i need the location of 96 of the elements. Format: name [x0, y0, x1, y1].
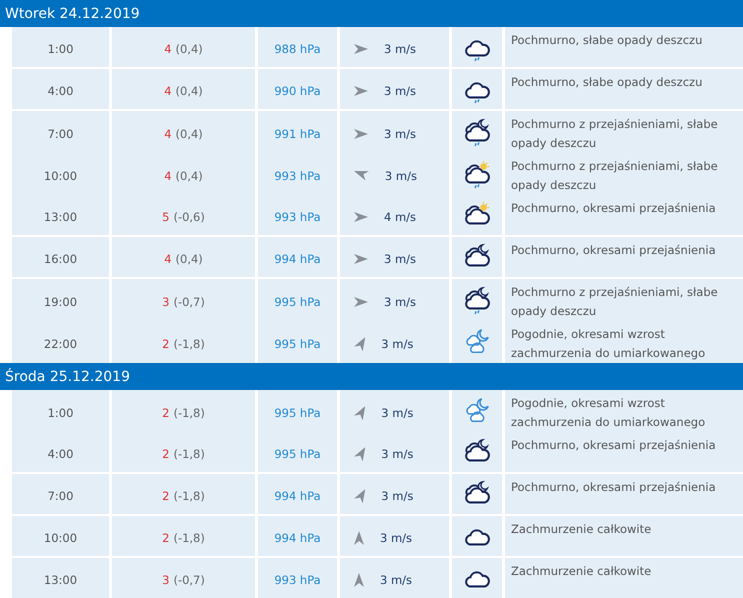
temperature: 4	[164, 169, 172, 183]
wind-arrow-icon	[354, 254, 368, 264]
weather-description: Pogodnie, okresami wzrost zachmurzenia do umiarkowanego	[505, 321, 743, 363]
wind-arrow-icon	[354, 573, 364, 587]
temperature: 4	[164, 127, 172, 141]
time-cell: 7:00	[12, 111, 112, 153]
pressure-cell: 991 hPa	[258, 111, 340, 153]
pressure-cell: 995 hPa	[258, 279, 340, 321]
weather-description: Pochmurno z przejaśnieniami, słabe opady deszczu	[505, 111, 743, 153]
pressure-cell: 993 hPa	[258, 195, 340, 235]
temperature: 5	[162, 210, 170, 224]
weather-description: Pochmurno, okresami przejaśnienia	[505, 195, 743, 235]
wind-arrow-icon	[354, 297, 368, 307]
feels-like-temperature: (-1,8)	[173, 531, 205, 545]
weather-description: Pochmurno, okresami przejaśnienia	[505, 432, 743, 472]
pressure-cell: 995 hPa	[258, 390, 340, 432]
pressure-cell: 995 hPa	[258, 321, 340, 363]
wind-speed: 3 m/s	[381, 447, 414, 461]
temperature: 3	[162, 295, 170, 309]
wind-arrow-icon	[354, 129, 368, 139]
day-header: Wtorek 24.12.2019	[0, 0, 743, 27]
feels-like-temperature: (0,4)	[176, 42, 203, 56]
wind-speed: 3 m/s	[384, 84, 416, 98]
weather-description: Pochmurno, okresami przejaśnienia	[505, 237, 743, 277]
feels-like-temperature: (-0,7)	[173, 295, 205, 309]
weather-icon	[463, 160, 491, 188]
temperature: 2	[162, 447, 170, 461]
weather-description: Pochmurno z przejaśnieniami, słabe opady deszczu	[505, 153, 743, 195]
feels-like-temperature: (-1,8)	[173, 406, 205, 420]
pressure-cell: 993 hPa	[258, 558, 340, 598]
feels-like-temperature: (0,4)	[176, 127, 203, 141]
wind-speed: 3 m/s	[380, 531, 412, 545]
wind-speed: 3 m/s	[384, 252, 416, 266]
weather-icon	[463, 118, 491, 146]
wind-arrow-icon	[354, 446, 366, 462]
pressure-cell: 993 hPa	[258, 153, 340, 195]
temperature: 4	[164, 84, 172, 98]
wind-speed: 4 m/s	[384, 210, 416, 224]
wind-arrow-icon	[354, 336, 366, 352]
wind-arrow-icon	[354, 406, 366, 420]
temperature: 2	[162, 531, 170, 545]
feels-like-temperature: (-1,8)	[173, 447, 205, 461]
pressure-cell: 995 hPa	[258, 432, 340, 472]
weather-description: Pochmurno z przejaśnieniami, słabe opady deszczu	[505, 279, 743, 321]
wind-speed: 3 m/s	[381, 337, 414, 351]
wind-arrow-icon	[354, 488, 366, 504]
feels-like-temperature: (-0,6)	[173, 210, 205, 224]
pressure-cell: 994 hPa	[258, 474, 340, 514]
time-cell: 1:00	[12, 27, 112, 67]
weather-description: Pogodnie, okresami wzrost zachmurzenia do umiarkowanego	[505, 390, 743, 432]
time-cell: 13:00	[12, 558, 112, 598]
temperature: 4	[164, 42, 172, 56]
wind-speed: 3 m/s	[384, 169, 417, 183]
feels-like-temperature: (0,4)	[176, 169, 203, 183]
temperature: 2	[162, 337, 170, 351]
time-cell: 19:00	[12, 279, 112, 321]
time-cell: 4:00	[12, 69, 112, 109]
wind-speed: 3 m/s	[381, 489, 414, 503]
wind-speed: 3 m/s	[380, 573, 412, 587]
weather-description: Pochmurno, słabe opady deszczu	[505, 27, 743, 67]
wind-arrow-icon	[354, 212, 368, 222]
wind-arrow-icon	[354, 86, 368, 96]
wind-arrow-icon	[354, 171, 369, 181]
time-cell: 13:00	[12, 195, 112, 235]
temperature: 4	[164, 252, 172, 266]
wind-arrow-icon	[354, 531, 364, 545]
temperature: 2	[162, 489, 170, 503]
time-cell: 7:00	[12, 474, 112, 514]
weather-description: Pochmurno, okresami przejaśnienia	[505, 474, 743, 514]
time-cell: 22:00	[12, 321, 112, 363]
temperature: 3	[162, 573, 170, 587]
time-cell: 10:00	[12, 153, 112, 195]
pressure-cell: 994 hPa	[258, 237, 340, 277]
wind-arrow-icon	[354, 44, 368, 54]
weather-description: Zachmurzenie całkowite	[505, 558, 743, 598]
wind-speed: 3 m/s	[384, 127, 416, 141]
temperature: 2	[162, 406, 170, 420]
wind-speed: 3 m/s	[384, 295, 416, 309]
time-cell: 10:00	[12, 516, 112, 556]
feels-like-temperature: (-1,8)	[173, 489, 205, 503]
weather-description: Pochmurno, słabe opady deszczu	[505, 69, 743, 109]
time-cell: 4:00	[12, 432, 112, 472]
feels-like-temperature: (0,4)	[176, 84, 203, 98]
time-cell: 1:00	[12, 390, 112, 432]
day-header: Środa 25.12.2019	[0, 363, 743, 390]
pressure-cell: 988 hPa	[258, 27, 340, 67]
wind-speed: 3 m/s	[381, 406, 414, 420]
time-cell: 16:00	[12, 237, 112, 277]
feels-like-temperature: (-1,8)	[173, 337, 205, 351]
weather-description: Zachmurzenie całkowite	[505, 516, 743, 556]
feels-like-temperature: (0,4)	[176, 252, 203, 266]
wind-speed: 3 m/s	[384, 42, 416, 56]
pressure-cell: 994 hPa	[258, 516, 340, 556]
pressure-cell: 990 hPa	[258, 69, 340, 109]
weather-icon	[463, 286, 491, 314]
feels-like-temperature: (-0,7)	[173, 573, 205, 587]
